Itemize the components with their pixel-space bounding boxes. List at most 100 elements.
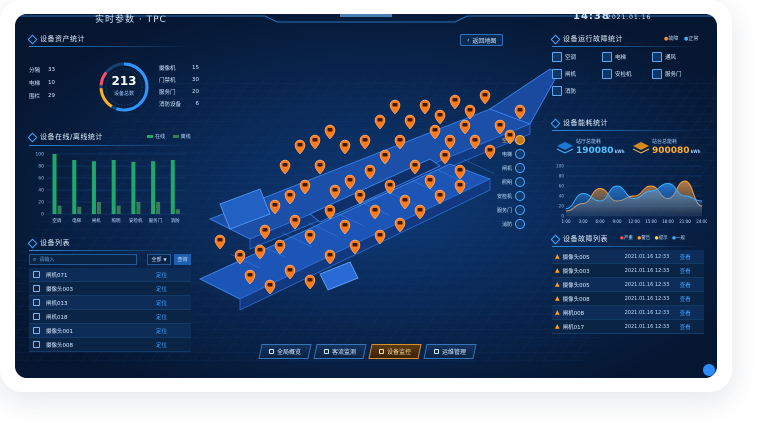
fault-device-item[interactable]: 服务门 [652,68,682,80]
device-pin-icon[interactable] [389,99,401,115]
layer-toggle[interactable]: 消防 [502,218,525,230]
back-to-map-button[interactable]: ‹ 返回地图 [460,34,504,46]
nav-tab[interactable]: 客流监测 [313,344,367,359]
fault-device-item[interactable]: 电梯 [602,51,626,63]
online-bar-offline [116,205,121,214]
fault-device-name: 摄像头005 [562,282,590,289]
device-locate-link[interactable]: 定位 [156,285,167,293]
fault-device-icon [552,86,562,96]
device-locate-link[interactable]: 定位 [156,327,167,335]
fault-row[interactable]: ▲ 摄像头008 2021.01.16 12:33 查看 [552,292,704,306]
asset-left-item: 电梯 10 [29,80,56,87]
device-query-button[interactable]: 查询 [174,254,191,265]
fault-stats-title: 设备运行故障统计 [552,34,623,44]
nav-tab-icon [433,349,439,354]
fault-device-grid: 空调 电梯 通风闸机 安检机 服务门消防 [552,51,702,105]
fault-device-icon [652,69,662,79]
online-x-tick: 电梯 [72,217,81,224]
energy-y-tick: 100 [556,164,564,169]
device-row[interactable]: 摄像头001 定位 [29,324,191,338]
clock-date: 2021.01.16 [607,14,652,21]
device-type-icon [33,327,40,334]
device-row[interactable]: 摄像头008 定位 [29,338,191,352]
fault-device-name: 摄像头008 [562,296,590,303]
layer-icon [515,149,525,159]
asset-total-label: 设备总数 [113,91,134,97]
device-locate-link[interactable]: 定位 [156,271,167,279]
device-pin-icon[interactable] [279,159,291,175]
device-pin-icon[interactable] [309,134,321,150]
layer-toggle[interactable]: 照明 [502,176,525,188]
device-pin-icon[interactable] [404,114,416,130]
floating-help-icon[interactable] [703,364,715,376]
online-x-tick: 空调 [52,217,61,224]
device-row[interactable]: 闸机013 定位 [29,296,191,310]
layer-icon [515,163,525,173]
fault-stats-underline [552,46,702,47]
device-pin-icon[interactable] [374,114,386,130]
legend-offline-swatch [172,135,179,138]
device-pin-icon[interactable] [479,89,491,105]
layer-label: 服务门 [496,207,512,214]
nav-tab[interactable]: 设备监控 [368,344,422,359]
layer-toggle[interactable]: 闸机 [502,162,525,174]
left-panel: 设备资产统计 分隔 33 电梯 10 围栏 29 213 设备总数 摄像机 15 门禁机… [29,34,199,374]
nav-tab[interactable]: 全局概览 [258,344,312,359]
fault-view-link[interactable]: 查看 [680,281,691,289]
fault-device-label: 闸机 [565,72,577,78]
online-stats-underline [29,145,189,146]
fault-device-item[interactable]: 通风 [652,51,676,63]
search-input[interactable]: 请输入 [39,256,54,263]
fault-view-link[interactable]: 查看 [680,309,691,317]
fault-view-link[interactable]: 查看 [680,323,691,331]
fault-view-link[interactable]: 查看 [680,253,691,261]
fault-row[interactable]: ▲ 摄像头005 2021.01.16 12:33 查看 [552,250,704,264]
fault-device-item[interactable]: 空调 [552,51,576,63]
device-locate-link[interactable]: 定位 [156,313,167,321]
device-filter-select[interactable]: 全部 ▼ [147,254,171,265]
online-bar-online [170,160,175,214]
fault-row[interactable]: ▲ 摄像头005 2021.01.16 12:33 查看 [552,278,704,292]
layer-label: 照明 [501,179,512,186]
layer-toggle[interactable]: 电梯 [502,148,525,160]
device-list-table: 闸机071 定位 摄像头003 定位 闸机013 定位 闸机018 定位 摄像头001 定位 摄像头… [29,268,191,352]
device-pin-icon[interactable] [434,109,446,125]
fault-row[interactable]: ▲ 摄像头003 2021.01.16 12:33 查看 [552,264,704,278]
device-row[interactable]: 闸机018 定位 [29,310,191,324]
fault-view-link[interactable]: 查看 [680,267,691,275]
device-pin-icon[interactable] [359,134,371,150]
device-pin-icon[interactable] [314,159,326,175]
device-pin-icon[interactable] [304,274,316,290]
device-pin-icon[interactable] [339,139,351,155]
online-y-tick: 100 [35,152,44,158]
device-name: 闸机071 [46,272,68,279]
device-pin-icon[interactable] [294,139,306,155]
fault-list-table: ▲ 摄像头005 2021.01.16 12:33 查看 ▲ 摄像头003 2021.01.… [552,250,704,334]
fault-row[interactable]: ▲ 闸机017 2021.01.16 12:33 查看 [552,320,704,334]
fault-view-link[interactable]: 查看 [680,295,691,303]
device-pin-icon[interactable] [214,234,226,250]
layer-toggle[interactable]: 空调 [502,134,525,146]
device-name: 闸机018 [46,314,68,321]
fault-row[interactable]: ▲ 闸机008 2021.01.16 12:33 查看 [552,306,704,320]
nav-tab[interactable]: 运维管理 [423,344,477,359]
nav-tab-label: 设备监控 [386,349,411,356]
fault-device-item[interactable]: 闸机 [552,68,576,80]
device-locate-link[interactable]: 定位 [156,299,167,307]
device-locate-link[interactable]: 定位 [156,341,167,349]
device-pin-icon[interactable] [449,94,461,110]
fault-device-item[interactable]: 安检机 [602,68,632,80]
chevron-down-icon: ▼ [163,257,167,262]
fault-device-item[interactable]: 消防 [552,85,576,97]
device-search-box[interactable]: ⌕ 请输入 [29,254,137,265]
device-pin-icon[interactable] [419,99,431,115]
device-row[interactable]: 闸机071 定位 [29,268,191,282]
fault-device-icon [552,69,562,79]
online-x-tick: 服务门 [149,217,163,224]
layer-toggle[interactable]: 服务门 [497,204,525,216]
layer-label: 安检机 [496,193,512,200]
device-row[interactable]: 摄像头003 定位 [29,282,191,296]
asset-left-item: 围栏 29 [29,93,56,100]
layer-toggle[interactable]: 安检机 [497,190,525,202]
device-pin-icon[interactable] [324,124,336,140]
